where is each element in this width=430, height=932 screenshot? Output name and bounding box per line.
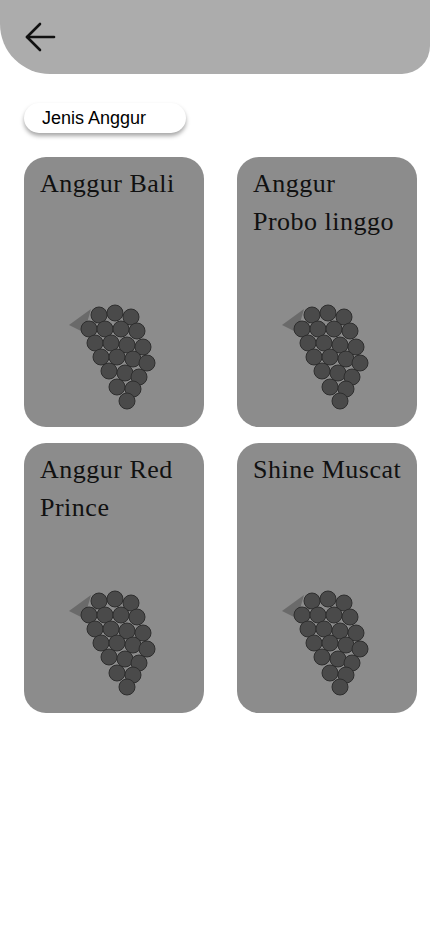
- back-arrow-icon: [23, 20, 57, 54]
- grape-photo-icon: [252, 295, 402, 419]
- top-bar: [0, 0, 430, 74]
- card-title: Anggur Red Prince: [24, 443, 204, 527]
- grape-card[interactable]: Anggur Red Prince: [24, 443, 204, 713]
- card-title: Anggur Bali: [24, 157, 204, 203]
- grape-photo-icon: [39, 295, 189, 419]
- card-title: Shine Muscat: [237, 443, 417, 489]
- grape-card[interactable]: Shine Muscat: [237, 443, 417, 713]
- grape-card[interactable]: Anggur Probo linggo: [237, 157, 417, 427]
- card-title: Anggur Probo linggo: [237, 157, 417, 241]
- filter-chip[interactable]: Jenis Anggur: [24, 103, 186, 133]
- grape-grid: Anggur Bali Anggur Probo linggo Anggur Red…: [0, 133, 430, 713]
- filter-chip-label: Jenis Anggur: [42, 105, 146, 132]
- grape-photo-icon: [39, 581, 189, 705]
- back-button[interactable]: [22, 19, 58, 55]
- grape-card[interactable]: Anggur Bali: [24, 157, 204, 427]
- grape-photo-icon: [252, 581, 402, 705]
